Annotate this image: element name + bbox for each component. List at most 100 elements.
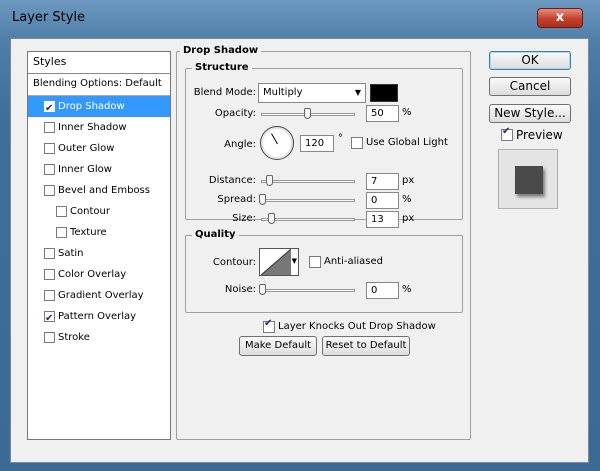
- quality-group: Quality Contour: ▼ Anti-aliased Noise: 0…: [185, 229, 463, 313]
- style-item-label: Inner Shadow: [58, 122, 127, 133]
- angle-label: Angle:: [224, 139, 256, 150]
- style-item-drop-shadow[interactable]: Drop Shadow: [28, 96, 170, 119]
- style-item-contour[interactable]: Contour: [28, 201, 170, 222]
- style-items: Drop Shadow Inner Shadow Outer Glow Inner G…: [28, 96, 170, 348]
- styles-header[interactable]: Styles: [28, 52, 170, 74]
- style-item-stroke[interactable]: Stroke: [28, 327, 170, 348]
- distance-unit: px: [402, 175, 415, 186]
- spread-input[interactable]: 0: [366, 192, 399, 209]
- contour-label: Contour:: [212, 257, 256, 268]
- distance-input[interactable]: 7: [366, 173, 399, 190]
- style-item-label: Satin: [58, 248, 84, 259]
- style-item-checkbox[interactable]: [44, 185, 55, 196]
- use-global-light-checkbox[interactable]: [351, 137, 363, 149]
- style-item-satin[interactable]: Satin: [28, 243, 170, 264]
- window-title: Layer Style: [12, 10, 86, 25]
- cancel-button[interactable]: Cancel: [489, 77, 571, 96]
- style-item-label: Gradient Overlay: [58, 290, 144, 301]
- blending-options-item[interactable]: Blending Options: Default: [28, 74, 170, 96]
- distance-slider-thumb[interactable]: [266, 175, 273, 186]
- structure-title: Structure: [192, 62, 252, 73]
- style-item-checkbox[interactable]: [56, 227, 67, 238]
- angle-dial[interactable]: [260, 126, 294, 160]
- style-item-label: Stroke: [58, 332, 90, 343]
- style-item-label: Drop Shadow: [58, 101, 125, 112]
- shadow-color-swatch[interactable]: [370, 84, 398, 102]
- make-default-button[interactable]: Make Default: [239, 336, 317, 356]
- style-item-checkbox[interactable]: [56, 206, 67, 217]
- style-item-label: Pattern Overlay: [58, 311, 137, 322]
- noise-label: Noise:: [224, 284, 256, 295]
- style-item-pattern-overlay[interactable]: Pattern Overlay: [28, 306, 170, 329]
- close-button[interactable]: x: [537, 8, 583, 28]
- noise-slider[interactable]: [261, 289, 355, 292]
- preview-swatch: [515, 166, 543, 194]
- size-slider-thumb[interactable]: [268, 213, 275, 224]
- dialog-body: Styles Blending Options: Default Drop Sh…: [10, 38, 589, 463]
- quality-title: Quality: [192, 229, 239, 240]
- style-item-color-overlay[interactable]: Color Overlay: [28, 264, 170, 285]
- noise-unit: %: [402, 284, 412, 295]
- drop-shadow-title: Drop Shadow: [180, 45, 262, 56]
- opacity-unit: %: [402, 107, 412, 118]
- style-item-checkbox[interactable]: [44, 98, 55, 119]
- chevron-down-icon: ▼: [354, 88, 361, 97]
- contour-curve-icon: [261, 249, 291, 275]
- blend-mode-value: Multiply: [263, 87, 303, 98]
- angle-input[interactable]: 120: [300, 135, 334, 152]
- reset-to-default-button[interactable]: Reset to Default: [322, 336, 410, 356]
- style-item-checkbox[interactable]: [44, 122, 55, 133]
- anti-aliased-label[interactable]: Anti-aliased: [324, 256, 383, 267]
- style-item-checkbox[interactable]: [44, 269, 55, 280]
- angle-unit: °: [338, 133, 343, 144]
- style-item-outer-glow[interactable]: Outer Glow: [28, 138, 170, 159]
- spread-label: Spread:: [217, 194, 256, 205]
- noise-input[interactable]: 0: [366, 282, 399, 299]
- new-style-button[interactable]: New Style...: [489, 104, 571, 123]
- structure-group: Structure Blend Mode: Multiply ▼ Opacity…: [185, 62, 463, 228]
- spread-slider[interactable]: [261, 199, 355, 202]
- style-item-label: Bevel and Emboss: [58, 185, 150, 196]
- noise-slider-thumb[interactable]: [259, 284, 266, 295]
- chevron-down-icon[interactable]: ▼: [292, 257, 297, 265]
- distance-label: Distance:: [208, 175, 256, 186]
- layer-knocks-out-label[interactable]: Layer Knocks Out Drop Shadow: [278, 321, 436, 332]
- style-item-checkbox[interactable]: [44, 332, 55, 343]
- opacity-label: Opacity:: [214, 108, 256, 119]
- style-item-label: Contour: [70, 206, 110, 217]
- use-global-light-label[interactable]: Use Global Light: [366, 137, 448, 148]
- style-item-inner-shadow[interactable]: Inner Shadow: [28, 117, 170, 138]
- style-item-inner-glow[interactable]: Inner Glow: [28, 159, 170, 180]
- size-label: Size:: [232, 213, 256, 224]
- size-unit: px: [402, 213, 415, 224]
- style-item-checkbox[interactable]: [44, 290, 55, 301]
- style-item-label: Inner Glow: [58, 164, 112, 175]
- anti-aliased-checkbox[interactable]: [309, 256, 321, 268]
- blend-mode-select[interactable]: Multiply ▼: [258, 83, 366, 103]
- style-item-checkbox[interactable]: [44, 248, 55, 259]
- preview-checkbox[interactable]: [501, 126, 513, 141]
- style-preview: [498, 149, 558, 209]
- style-item-texture[interactable]: Texture: [28, 222, 170, 243]
- style-item-gradient-overlay[interactable]: Gradient Overlay: [28, 285, 170, 306]
- style-item-label: Outer Glow: [58, 143, 115, 154]
- style-item-checkbox[interactable]: [44, 164, 55, 175]
- size-input[interactable]: 13: [366, 211, 399, 228]
- ok-button[interactable]: OK: [489, 51, 571, 70]
- contour-picker[interactable]: ▼: [259, 248, 299, 276]
- style-item-label: Texture: [70, 227, 107, 238]
- drop-shadow-group: Drop Shadow Structure Blend Mode: Multip…: [176, 45, 471, 440]
- opacity-slider-thumb[interactable]: [304, 108, 311, 119]
- style-item-label: Color Overlay: [58, 269, 127, 280]
- preview-label[interactable]: Preview: [516, 128, 563, 142]
- spread-slider-thumb[interactable]: [259, 194, 266, 205]
- layer-knocks-out-checkbox[interactable]: [263, 318, 275, 333]
- angle-needle: [271, 133, 278, 145]
- opacity-input[interactable]: 50: [366, 105, 399, 122]
- size-slider[interactable]: [261, 218, 355, 221]
- distance-slider[interactable]: [261, 180, 355, 183]
- style-item-checkbox[interactable]: [44, 143, 55, 154]
- style-item-checkbox[interactable]: [44, 308, 55, 329]
- style-item-bevel-and-emboss[interactable]: Bevel and Emboss: [28, 180, 170, 201]
- spread-unit: %: [402, 194, 412, 205]
